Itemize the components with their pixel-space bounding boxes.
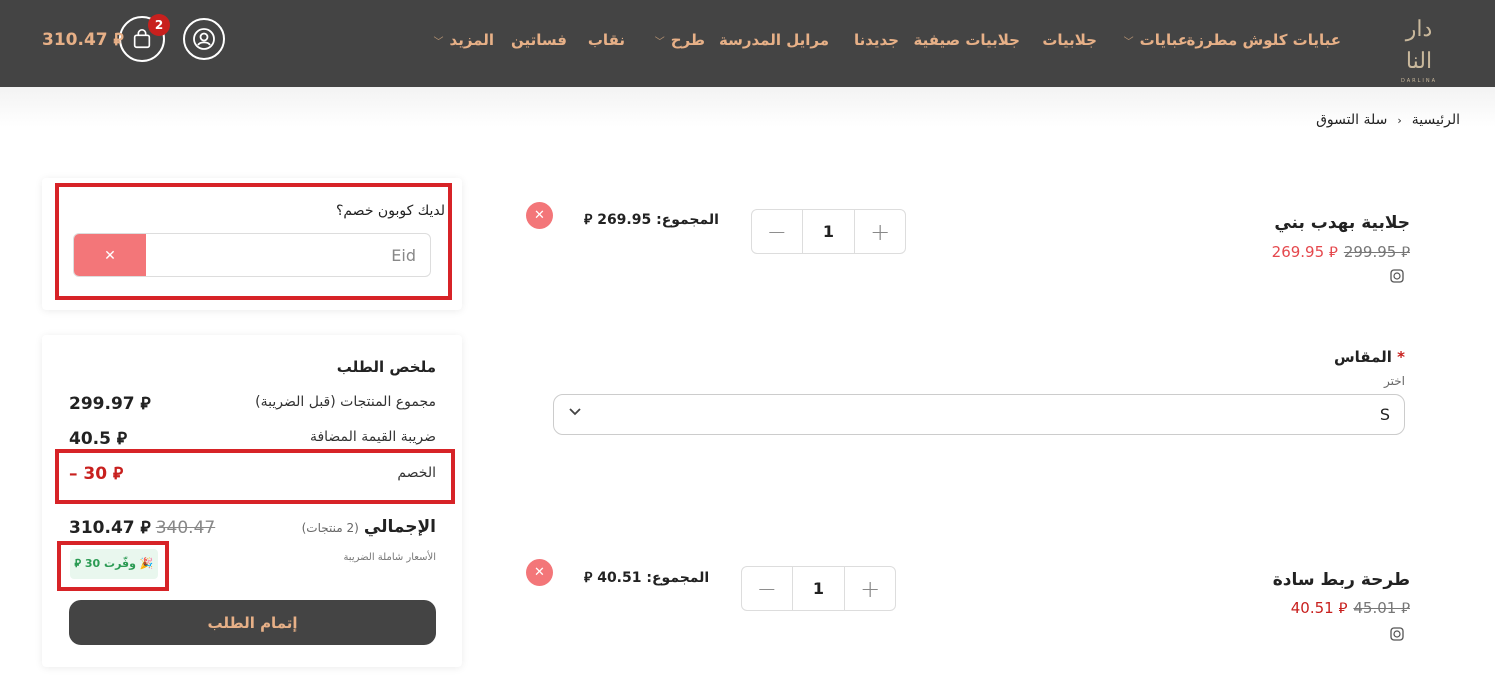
nav-item-abayas[interactable]: ﹀ عبايات <box>1124 30 1188 53</box>
remove-item-button[interactable]: ✕ <box>526 202 553 229</box>
subtotal-label: مجموع المنتجات (قبل الضريبة) <box>255 394 436 410</box>
logo-wordmark: DARLINA <box>1400 78 1438 84</box>
close-icon: ✕ <box>104 248 116 264</box>
nav-item-school-aprons[interactable]: مرايل المدرسة <box>719 30 829 50</box>
total-value: 310.47 ⃁ <box>69 518 151 538</box>
nav-label: فساتين <box>511 31 567 49</box>
coupon-input-value[interactable]: Eid <box>391 246 416 265</box>
price-original: 45.01 ⃁ <box>1353 599 1410 617</box>
increase-button[interactable]: + <box>855 210 905 253</box>
increase-button[interactable]: + <box>845 567 895 610</box>
nav-label: عبايات كلوش مطرزة <box>1186 31 1341 49</box>
order-summary-title: ملخص الطلب <box>336 358 436 376</box>
product-name[interactable]: جلابية بهدب بني <box>1274 213 1410 233</box>
close-icon: ✕ <box>534 208 545 223</box>
coupon-field[interactable]: ✕ Eid <box>73 233 431 277</box>
nav-label: جلابيات <box>1042 31 1097 49</box>
line-total: المجموع: 269.95 ⃁ <box>584 210 719 228</box>
nav-item-new[interactable]: جديدنا <box>854 30 899 50</box>
required-mark: * <box>1397 348 1405 366</box>
subtotal-value: 299.97 ⃁ <box>69 394 151 414</box>
chevron-down-icon: ﹀ <box>1123 37 1134 48</box>
nav-label: طرح <box>670 31 705 49</box>
decrease-button[interactable]: − <box>742 567 792 610</box>
size-label: * المقاس <box>1334 348 1405 366</box>
quantity-value[interactable]: 1 <box>801 210 856 253</box>
cart-count-badge: 2 <box>148 14 170 36</box>
product-price: 269.95 ⃁ 299.95 ⃁ <box>1272 243 1410 262</box>
nav-item-jalabiyas[interactable]: جلابيات <box>1042 30 1097 50</box>
nav-label: جلابيات صيفية <box>913 31 1020 49</box>
checkout-button[interactable]: إتمام الطلب <box>69 600 436 645</box>
line-total-label: المجموع: <box>646 570 710 586</box>
close-icon: ✕ <box>534 565 545 580</box>
nav-label: عبايات <box>1139 31 1188 49</box>
price-original: 299.95 ⃁ <box>1343 243 1410 261</box>
decrease-button[interactable]: − <box>752 210 802 253</box>
chevron-left-icon: ‹ <box>1397 114 1402 127</box>
coupon-remove-button[interactable]: ✕ <box>74 234 146 276</box>
quantity-stepper[interactable]: − 1 + <box>741 566 896 611</box>
total-label-group: الإجمالي (2 منتجات) <box>302 517 436 537</box>
breadcrumb-current: سلة التسوق <box>1316 112 1388 128</box>
nav-item-summer-jalabiyas[interactable]: جلابيات صيفية <box>913 30 1020 50</box>
logo-script: دار النا <box>1405 17 1433 74</box>
account-button[interactable] <box>183 18 225 60</box>
nav-label: جديدنا <box>853 31 899 49</box>
user-icon <box>193 28 215 50</box>
nav-label: مرايل المدرسة <box>719 31 829 49</box>
nav-item-more[interactable]: ﹀ المزيد <box>434 30 494 53</box>
nav-item-niqab[interactable]: نقاب <box>588 30 625 50</box>
size-hint: اختر <box>1384 374 1405 388</box>
discount-value: – 30 ⃁ <box>69 464 124 484</box>
nav-label: نقاب <box>587 31 625 49</box>
chevron-down-icon: ﹀ <box>433 37 444 48</box>
chevron-down-icon: ﹀ <box>654 37 665 48</box>
discount-tag-icon <box>1389 268 1405 288</box>
saved-badge: 🎉 وفّرت 30 ⃁ <box>70 549 158 579</box>
quantity-stepper[interactable]: − 1 + <box>751 209 906 254</box>
product-price: 40.51 ⃁ 45.01 ⃁ <box>1291 599 1410 618</box>
quantity-value[interactable]: 1 <box>791 567 846 610</box>
vat-label: ضريبة القيمة المضافة <box>309 429 436 445</box>
header-cart-total[interactable]: 310.47 ⃁ <box>42 28 124 50</box>
remove-item-button[interactable]: ✕ <box>526 559 553 586</box>
tax-inclusive-note: الأسعار شاملة الضريبة <box>343 552 436 563</box>
price-current: 40.51 ⃁ <box>1290 599 1348 617</box>
line-total-value: 40.51 ⃁ <box>584 570 642 586</box>
breadcrumb: الرئيسية ‹ سلة التسوق <box>1316 112 1460 128</box>
coupon-label: لديك كوبون خصم؟ <box>335 203 445 219</box>
total-values: 310.47 ⃁ 340.47 <box>69 516 215 538</box>
discount-label: الخصم <box>397 465 436 481</box>
nav-item-embroidered-abayas[interactable]: عبايات كلوش مطرزة <box>1187 30 1341 50</box>
price-current: 269.95 ⃁ <box>1271 243 1338 261</box>
nav-label: المزيد <box>449 31 494 49</box>
discount-tag-icon <box>1389 626 1405 646</box>
nav-item-scarves[interactable]: ﹀ طرح <box>655 30 705 53</box>
line-total-label: المجموع: <box>656 212 719 228</box>
nav-item-dresses[interactable]: فساتين <box>511 30 567 50</box>
size-label-text: المقاس <box>1333 348 1392 366</box>
chevron-down-icon <box>568 404 582 422</box>
line-total-value: 269.95 ⃁ <box>584 212 652 228</box>
site-logo[interactable]: دار النا DARLINA <box>1398 14 1440 84</box>
size-select[interactable]: S <box>553 394 1405 435</box>
total-label: الإجمالي <box>363 517 436 537</box>
vat-value: 40.5 ⃁ <box>69 429 127 449</box>
header-shadow <box>0 87 1495 127</box>
size-selected-value: S <box>1379 405 1390 424</box>
product-name[interactable]: طرحة ربط سادة <box>1273 570 1410 590</box>
breadcrumb-home[interactable]: الرئيسية <box>1412 112 1460 128</box>
total-old-value: 340.47 <box>155 518 216 538</box>
line-total: المجموع: 40.51 ⃁ <box>584 568 709 586</box>
total-item-count: (2 منتجات) <box>301 521 359 535</box>
